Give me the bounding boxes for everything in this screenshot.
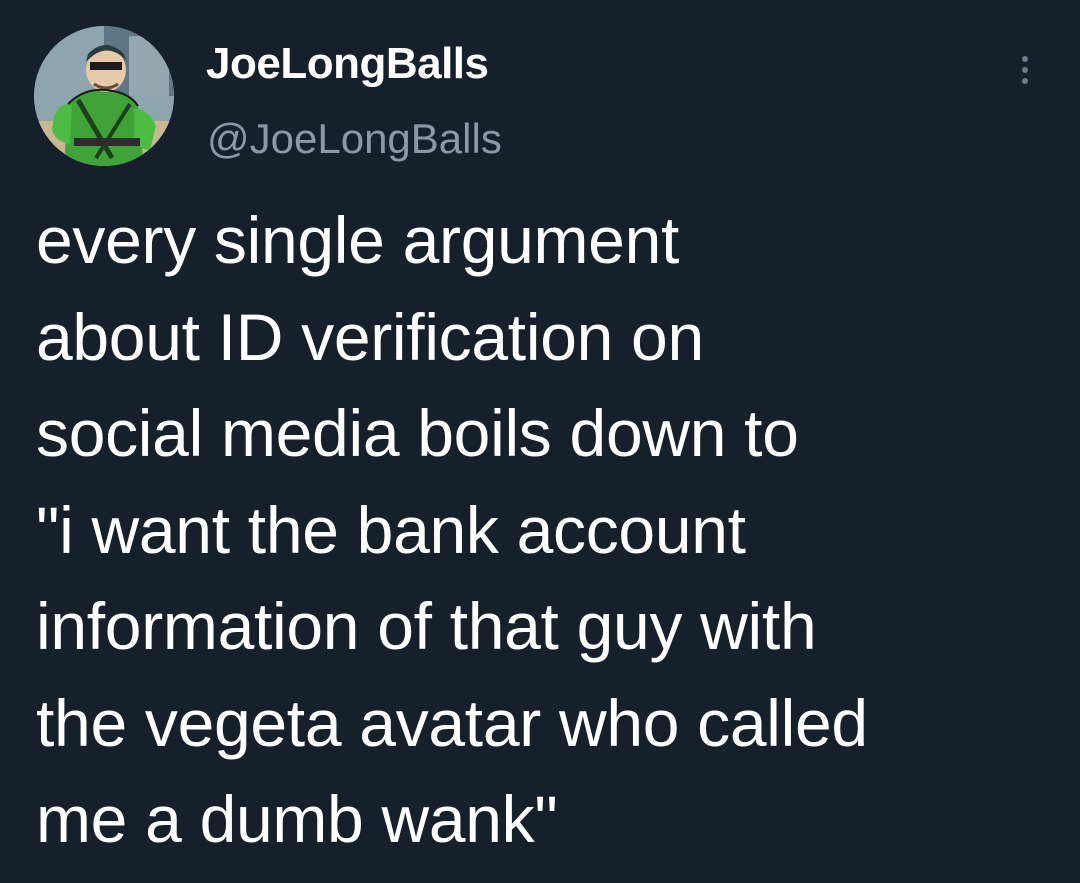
tweet-text-line: the vegeta avatar who called <box>36 685 868 760</box>
more-vertical-icon-dot <box>1022 78 1028 84</box>
tweet-text-line: "i want the bank account <box>36 492 746 567</box>
author-display-name[interactable]: JoeLongBalls <box>206 40 489 88</box>
tweet-text-line: me a dumb wank" <box>36 782 558 856</box>
avatar[interactable] <box>34 26 174 166</box>
author-handle[interactable]: @JoeLongBalls <box>207 116 502 162</box>
cartoon-soldier-avatar <box>34 26 174 166</box>
more-vertical-icon-dot <box>1022 67 1028 73</box>
tweet-text-line: information of that guy with <box>36 589 817 663</box>
tweet-card: JoeLongBalls @JoeLongBalls every single … <box>0 0 1080 883</box>
tweet-text-line: about ID verification on <box>36 299 704 374</box>
tweet-text-line: social media boils down to <box>36 396 799 470</box>
tweet-text-line: every single argument <box>36 203 680 277</box>
more-options-button[interactable] <box>1010 50 1040 90</box>
tweet-text: every single argument about ID verificat… <box>36 192 1046 868</box>
more-vertical-icon <box>1022 56 1028 62</box>
